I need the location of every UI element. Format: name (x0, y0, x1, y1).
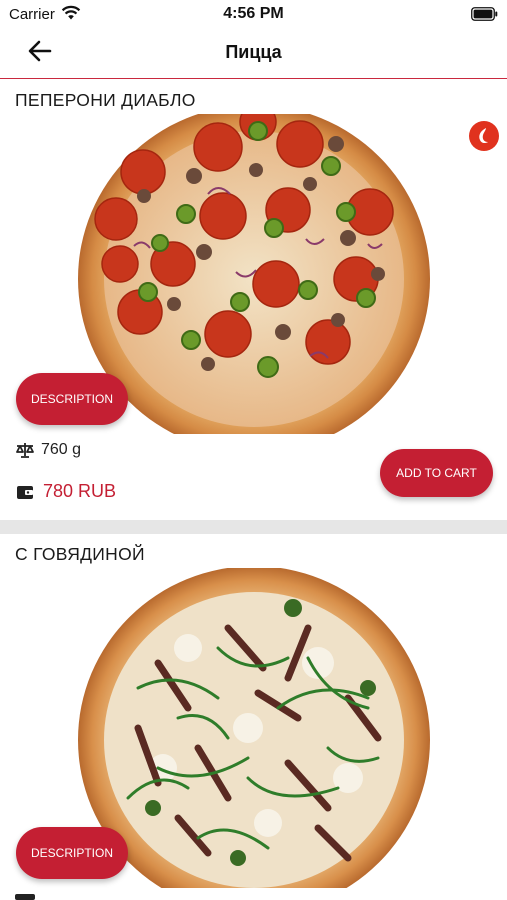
page-title: Пицца (225, 42, 282, 62)
price-row: 780 RUB (15, 481, 116, 502)
pizza-image (78, 568, 430, 888)
battery-icon (471, 7, 498, 21)
card-divider (0, 520, 507, 534)
nav-bar: Пицца (0, 28, 507, 79)
description-button[interactable]: DESCRIPTION (16, 373, 128, 425)
product-card: С ГОВЯДИНОЙ DESCRIPTION (0, 534, 507, 900)
product-name: С ГОВЯДИНОЙ (15, 544, 145, 564)
description-button[interactable]: DESCRIPTION (16, 827, 128, 879)
wallet-icon (15, 482, 35, 502)
weight-value: 760 g (41, 441, 82, 458)
back-button[interactable] (24, 38, 56, 68)
scale-icon (15, 440, 35, 460)
weight-row: 760 g (15, 440, 81, 460)
arrow-left-icon (28, 40, 52, 67)
clock: 4:56 PM (223, 5, 284, 22)
product-card: ПЕПЕРОНИ ДИАБЛО DESCRIPTION 760 g 780 RU… (0, 80, 507, 520)
product-name: ПЕПЕРОНИ ДИАБЛО (15, 90, 196, 110)
price-value: 780 RUB (43, 481, 117, 501)
add-to-cart-button[interactable]: ADD TO CART (380, 449, 493, 497)
pizza-image (78, 114, 430, 434)
status-bar: Carrier 4:56 PM (0, 0, 507, 28)
chili-icon (469, 121, 499, 151)
scale-icon (15, 894, 35, 900)
